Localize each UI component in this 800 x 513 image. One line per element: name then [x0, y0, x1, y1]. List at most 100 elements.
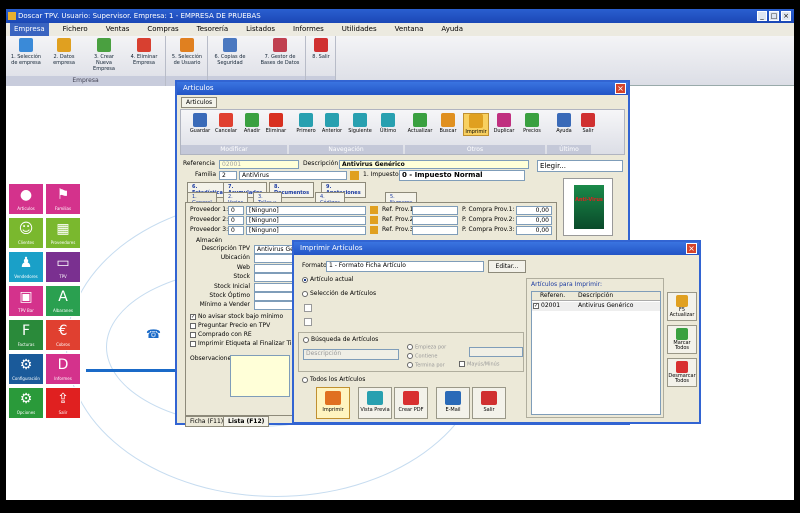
f5-actualizar-button[interactable]: F5 Actualizar [667, 292, 697, 321]
tile-vendedores[interactable]: ♟ Vendedores [8, 251, 44, 283]
toolbar-buscar-button[interactable]: Buscar [435, 113, 461, 134]
menu-ventas[interactable]: Ventas [102, 23, 134, 36]
tile-albaranes[interactable]: A Albaranes [45, 285, 81, 317]
tile-tpv[interactable]: ▭ TPV [45, 251, 81, 283]
toolbar-imprimir-button[interactable]: Imprimir [463, 113, 489, 136]
option-todos[interactable]: Todos los Artículos [302, 376, 365, 383]
check-comprado-con-re[interactable]: Comprado con RE [190, 331, 252, 338]
marcar-todos-button[interactable]: Marcar Todos [667, 325, 697, 354]
menu-informes[interactable]: Informes [289, 23, 328, 36]
tile-salir[interactable]: ⇪ Salir [45, 387, 81, 419]
menu-tesoreria[interactable]: Tesorería [193, 23, 232, 36]
tile-tpv-bar[interactable]: ▣ TPV Bar [8, 285, 44, 317]
toolbar-anadir-button[interactable]: Añadir [239, 113, 265, 134]
check-imprimir-etiqueta-al-finalizar-ticket[interactable]: Imprimir Etiqueta al Finalizar Ticket [190, 340, 304, 347]
ribbon-seleccion-usuario-button[interactable]: 5. Selección de Usuario [169, 38, 205, 66]
formato-select[interactable]: 1 - Formato Ficha Artículo [326, 261, 484, 272]
toolbar-primero-button[interactable]: Primero [293, 113, 319, 134]
ribbon-gestor-bd-button[interactable]: 7. Gestor de Bases de Datos [258, 38, 302, 66]
list-row[interactable]: ✓ 02001 Antivirus Genérico [532, 302, 660, 311]
toolbar-guardar-button[interactable]: Guardar [187, 113, 213, 134]
seleccion-slot[interactable] [304, 304, 312, 312]
tile-clientes[interactable]: ☺ Clientes [8, 217, 44, 249]
proveedor-code-field[interactable]: 0 [228, 226, 244, 235]
tab-lista[interactable]: Lista (F12) [223, 416, 270, 427]
ref-prov-field[interactable] [412, 206, 458, 215]
proveedor-code-field[interactable]: 0 [228, 206, 244, 215]
close-button[interactable]: × [781, 11, 791, 21]
toolbar-actualizar-button[interactable]: Actualizar [407, 113, 433, 134]
vista-previa-button[interactable]: Vista Previa [358, 387, 392, 419]
menu-listados[interactable]: Listados [242, 23, 279, 36]
precio-compra-field[interactable]: 0,00 [516, 226, 552, 235]
seleccion-slot[interactable] [304, 318, 312, 326]
tile-opciones[interactable]: ⚙ Opciones [8, 387, 44, 419]
ribbon-eliminar-empresa-button[interactable]: 4. Eliminar Empresa [126, 38, 162, 66]
articulos-close-button[interactable]: × [615, 83, 626, 94]
imprimir-close-button[interactable]: × [686, 243, 697, 254]
tile-configuracion[interactable]: ⚙ Configuración [8, 353, 44, 385]
menu-empresa[interactable]: Empresa [10, 23, 49, 36]
proveedor-code-field[interactable]: 0 [228, 216, 244, 225]
familia-desc-field[interactable]: AntiVirus [239, 171, 347, 180]
familia-field[interactable]: 2 [219, 171, 237, 180]
tile-proveedores[interactable]: ▦ Proveedores [45, 217, 81, 249]
observaciones-field[interactable] [230, 355, 290, 397]
search-icon[interactable] [370, 206, 378, 214]
minimize-button[interactable]: _ [757, 11, 767, 21]
menu-utilidades[interactable]: Utilidades [338, 23, 381, 36]
ribbon-seleccion-empresa-button[interactable]: 1. Selección de empresa [8, 38, 44, 66]
tile-familias[interactable]: ⚑ Familias [45, 183, 81, 215]
referencia-field[interactable]: 02001 [219, 160, 299, 169]
precio-compra-field[interactable]: 0,00 [516, 216, 552, 225]
editar-button[interactable]: Editar... [488, 260, 526, 273]
option-seleccion[interactable]: Selección de Artículos [302, 290, 376, 297]
toolbar-salir-button[interactable]: Salir [575, 113, 601, 134]
e-mail-button[interactable]: E-Mail [436, 387, 470, 419]
search-icon[interactable] [370, 216, 378, 224]
row-checkbox[interactable]: ✓ [533, 303, 539, 309]
option-busqueda[interactable]: Búsqueda de Artículos [303, 336, 378, 343]
toolbar-eliminar-button[interactable]: Eliminar [263, 113, 289, 134]
ref-prov-field[interactable] [412, 226, 458, 235]
precio-compra-field[interactable]: 0,00 [516, 206, 552, 215]
ribbon-datos-empresa-button[interactable]: 2. Datos empresa [46, 38, 82, 66]
desmarcar-todos-button[interactable]: Desmarcar Todos [667, 358, 697, 387]
elegir-select[interactable]: Elegir... [537, 160, 623, 172]
option-articulo-actual[interactable]: Artículo actual [302, 276, 353, 283]
toolbar-ultimo-button[interactable]: Último [375, 113, 401, 134]
tile-facturas[interactable]: F Facturas [8, 319, 44, 351]
toolbar-duplicar-button[interactable]: Duplicar [491, 113, 517, 134]
ribbon-salir-button[interactable]: 8. Salir [303, 38, 339, 60]
check-preguntar-precio-en-tpv[interactable]: Preguntar Precio en TPV [190, 322, 270, 329]
ribbon-copias-button[interactable]: 6. Copias de Seguridad [212, 38, 248, 66]
toolbar-ayuda-button[interactable]: Ayuda [551, 113, 577, 134]
articulos-list[interactable]: Referen. Descripción ✓ 02001 Antivirus G… [531, 291, 661, 415]
empieza-por-option[interactable]: Empieza por [407, 344, 446, 351]
descripcion-field[interactable]: Antivirus Genérico [339, 160, 529, 169]
ribbon-crear-empresa-button[interactable]: 3. Crear Nueva Empresa [86, 38, 122, 72]
mayus-minus-checkbox[interactable]: Mayús/Minús [459, 361, 499, 368]
menu-fichero[interactable]: Fichero [59, 23, 92, 36]
search-icon[interactable] [350, 171, 359, 180]
proveedor-name-field[interactable]: [Ninguno] [246, 226, 366, 235]
tile-articulos[interactable]: ● Articulos [8, 183, 44, 215]
proveedor-name-field[interactable]: [Ninguno] [246, 216, 366, 225]
tab-ficha[interactable]: Ficha (F11) [185, 416, 229, 427]
menu-ventana[interactable]: Ventana [391, 23, 428, 36]
search-icon[interactable] [370, 226, 378, 234]
busqueda-text-field[interactable] [469, 347, 523, 357]
toolbar-cancelar-button[interactable]: Cancelar [213, 113, 239, 134]
crear-pdf-button[interactable]: Crear PDF [394, 387, 428, 419]
toolbar-siguiente-button[interactable]: Siguiente [347, 113, 373, 134]
impuesto-select[interactable]: 0 - Impuesto Normal [399, 170, 525, 181]
menu-compras[interactable]: Compras [143, 23, 182, 36]
maximize-button[interactable]: □ [769, 11, 779, 21]
check-no-avisar-stock-bajo-minimo[interactable]: ✓ No avisar stock bajo mínimo [190, 313, 283, 320]
salir-button[interactable]: Salir [472, 387, 506, 419]
tab-articulos[interactable]: Articulos [181, 97, 218, 108]
contiene-option[interactable]: Contiene [407, 353, 437, 360]
tile-informes[interactable]: D Informes [45, 353, 81, 385]
tile-cobros[interactable]: € Cobros [45, 319, 81, 351]
termina-por-option[interactable]: Termina por [407, 362, 445, 369]
